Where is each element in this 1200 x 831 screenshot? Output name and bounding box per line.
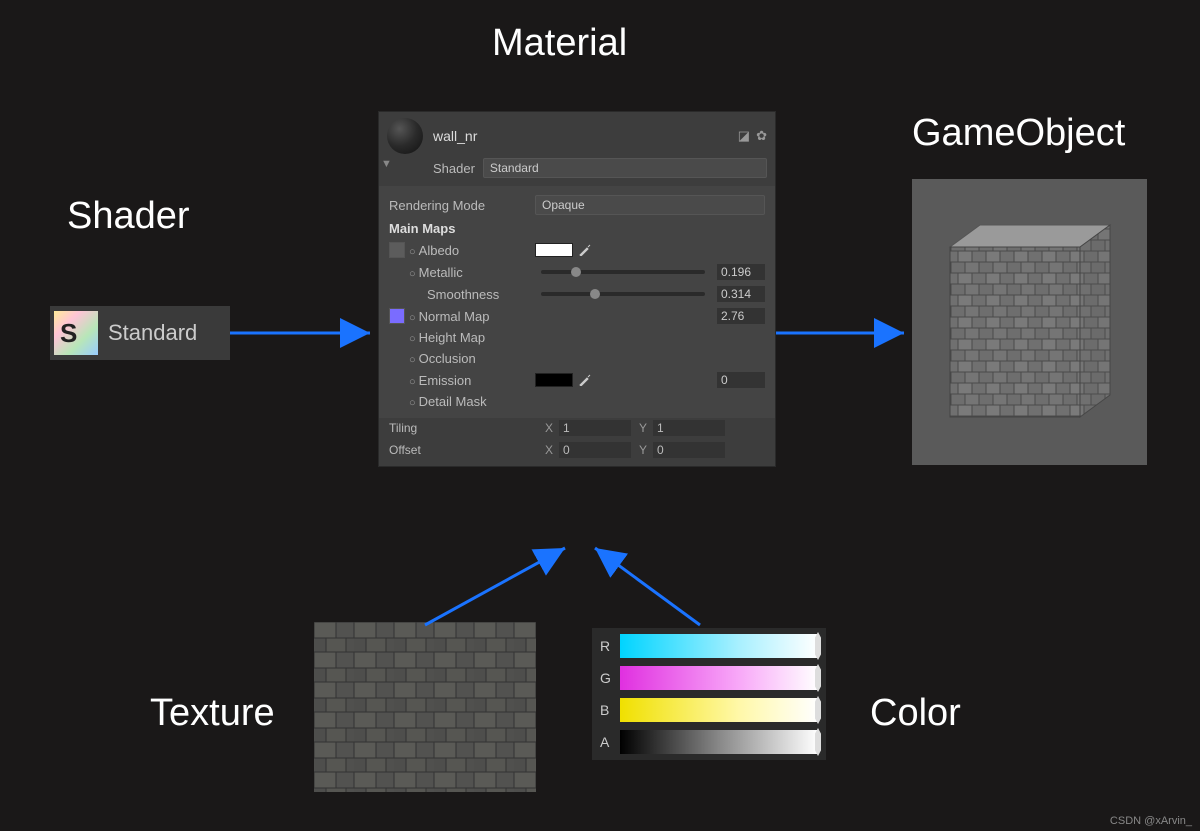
y-label: Y <box>639 421 653 435</box>
shader-file-icon: S <box>54 311 98 355</box>
gameobject-title: GameObject <box>912 112 1125 155</box>
material-header: wall_nr ◪ ✿ <box>379 112 775 156</box>
cube-icon <box>930 207 1130 437</box>
tiling-x-field[interactable]: 1 <box>559 420 631 436</box>
channel-label: A <box>600 734 614 750</box>
metallic-label: Metallic <box>409 265 463 280</box>
shader-dropdown[interactable]: Standard <box>483 158 767 178</box>
expand-icon[interactable]: ▼ <box>381 158 392 170</box>
channel-label: G <box>600 670 614 686</box>
channel-row-a: A <box>600 730 818 754</box>
shader-title: Shader <box>67 195 190 238</box>
offset-x-field[interactable]: 0 <box>559 442 631 458</box>
emission-label: Emission <box>409 373 471 388</box>
normal-texture-slot[interactable] <box>389 308 405 324</box>
watermark: CSDN @xArvin_ <box>1110 815 1192 827</box>
material-title: Material <box>492 22 627 65</box>
gameobject-preview <box>912 179 1147 465</box>
channel-row-b: B <box>600 698 818 722</box>
smoothness-value[interactable]: 0.314 <box>717 286 765 302</box>
channel-slider-b[interactable] <box>620 698 818 722</box>
shader-node[interactable]: S Standard <box>50 306 230 360</box>
arrow-shader-to-material <box>230 318 380 348</box>
channel-slider-r[interactable] <box>620 634 818 658</box>
channel-row-r: R <box>600 634 818 658</box>
metallic-value[interactable]: 0.196 <box>717 264 765 280</box>
normal-map-label: Normal Map <box>409 309 489 324</box>
channel-label: R <box>600 638 614 654</box>
smoothness-label: Smoothness <box>427 287 499 302</box>
eyedropper-icon[interactable] <box>579 244 591 256</box>
texture-title: Texture <box>150 692 275 735</box>
main-maps-header: Main Maps <box>389 218 765 239</box>
x-label: X <box>545 443 559 457</box>
material-preview-sphere-icon <box>387 118 423 154</box>
offset-label: Offset <box>389 443 545 457</box>
emission-value[interactable]: 0 <box>717 372 765 388</box>
detail-mask-label: Detail Mask <box>409 394 487 409</box>
x-label: X <box>545 421 559 435</box>
smoothness-slider[interactable] <box>541 292 705 296</box>
color-title: Color <box>870 692 961 735</box>
offset-y-field[interactable]: 0 <box>653 442 725 458</box>
albedo-label: Albedo <box>409 243 459 258</box>
albedo-color-field[interactable] <box>535 243 573 257</box>
texture-preview <box>314 622 536 792</box>
y-label: Y <box>639 443 653 457</box>
gear-icon[interactable]: ✿ <box>756 128 767 144</box>
channel-slider-a[interactable] <box>620 730 818 754</box>
channel-slider-g[interactable] <box>620 666 818 690</box>
arrow-texture-to-material <box>420 540 580 630</box>
channel-row-g: G <box>600 666 818 690</box>
metallic-slider[interactable] <box>541 270 705 274</box>
occlusion-label: Occlusion <box>409 351 476 366</box>
material-inspector-panel: ▼ wall_nr ◪ ✿ Shader Standard Rendering … <box>378 111 776 467</box>
eyedropper-icon[interactable] <box>579 374 591 386</box>
albedo-texture-slot[interactable] <box>389 242 405 258</box>
help-icon[interactable]: ◪ <box>738 128 750 144</box>
channel-label: B <box>600 702 614 718</box>
rendering-mode-dropdown[interactable]: Opaque <box>535 195 765 215</box>
arrow-color-to-material <box>580 540 710 630</box>
normal-map-value[interactable]: 2.76 <box>717 308 765 324</box>
height-map-label: Height Map <box>409 330 485 345</box>
color-picker-panel: R G B A <box>592 628 826 760</box>
shader-name: Standard <box>108 320 197 346</box>
arrow-material-to-gameobject <box>776 318 914 348</box>
tiling-label: Tiling <box>389 421 545 435</box>
emission-color-field[interactable] <box>535 373 573 387</box>
material-name: wall_nr <box>433 128 477 144</box>
rendering-mode-label: Rendering Mode <box>389 198 529 213</box>
shader-field-label: Shader <box>433 161 475 176</box>
tiling-y-field[interactable]: 1 <box>653 420 725 436</box>
